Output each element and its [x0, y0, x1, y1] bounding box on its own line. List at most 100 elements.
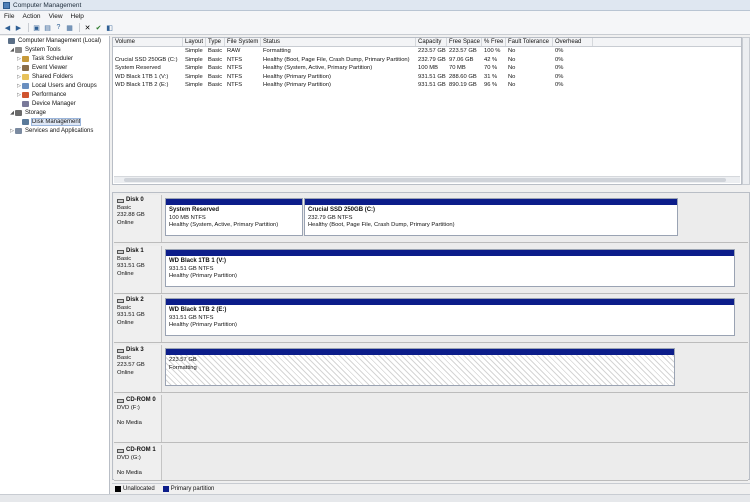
table-cell: 223.57 GB — [418, 48, 446, 54]
menu-view[interactable]: View — [49, 13, 63, 20]
column-header[interactable]: Capacity — [416, 38, 447, 46]
table-row[interactable]: Simple Basic RAW Formatting 223.57 GB 223.57 … — [113, 47, 741, 56]
table-cell: 31 % — [484, 73, 498, 80]
back-arrow-icon[interactable]: ◀ — [3, 23, 12, 32]
table-cell: Simple — [185, 48, 203, 54]
disk-label[interactable]: Disk 1 Basic 931.51 GB Online — [114, 246, 162, 293]
disk-row[interactable]: Disk 3 Basic 223.57 GB Online 223.57 GB Forma… — [114, 345, 748, 393]
column-header[interactable]: Overhead — [553, 38, 593, 46]
table-row[interactable]: WD Black 1TB 2 (E:) Simple Basic NTFS Health… — [113, 81, 741, 90]
table-cell: WD Black 1TB 1 (V:) — [115, 73, 169, 80]
table-cell: 97.06 GB — [449, 56, 474, 63]
column-header[interactable]: % Free — [482, 38, 506, 46]
scrollbar-thumb[interactable] — [124, 178, 726, 182]
tree-item[interactable]: ◢ Storage — [0, 108, 109, 117]
disk-row[interactable]: CD-ROM 1 DVD (G:) No Media — [114, 445, 748, 481]
disk-label[interactable]: Disk 3 Basic 223.57 GB Online — [114, 345, 162, 392]
disk-size: 223.57 GB — [117, 362, 145, 368]
table-cell: 70 % — [484, 65, 498, 71]
partition-name: Crucial SSD 250GB (C:) — [308, 207, 376, 213]
table-cell: No — [508, 56, 516, 63]
disk-state: Online — [117, 270, 134, 277]
horizontal-scrollbar[interactable] — [114, 176, 740, 183]
disk-row[interactable]: CD-ROM 0 DVD (F:) No Media — [114, 395, 748, 443]
table-cell: NTFS — [227, 65, 243, 71]
partition-details: 223.57 GB Formatting — [166, 355, 674, 385]
tree-item[interactable]: ▷ Services and Applications — [0, 126, 109, 135]
tree-item-label: Performance — [32, 91, 67, 98]
partition-block[interactable]: System Reserved 100 MB NTFS Healthy (Syste… — [165, 198, 303, 236]
column-header[interactable]: Fault Tolerance — [506, 38, 553, 46]
disk-label[interactable]: Disk 0 Basic 232.88 GB Online — [114, 195, 162, 242]
tree-item[interactable]: ▷ Local Users and Groups — [0, 81, 109, 90]
export-icon[interactable]: ▦ — [65, 23, 74, 32]
table-cell: No — [508, 48, 516, 54]
legend-label: Unallocated — [123, 486, 155, 492]
window-title: Computer Management — [13, 1, 82, 9]
table-cell: No — [508, 65, 516, 71]
tree-item-label: System Tools — [25, 46, 61, 53]
up-folder-icon[interactable]: ▣ — [32, 23, 41, 32]
table-cell: 0% — [555, 82, 564, 88]
disk-name-text: Disk 1 — [126, 248, 144, 254]
legend-swatch — [115, 486, 121, 492]
disk-label[interactable]: CD-ROM 0 DVD (F:) No Media — [114, 395, 162, 442]
menu-action[interactable]: Action — [22, 13, 40, 20]
partition-size: 931.51 GB NTFS — [169, 265, 214, 272]
menu-help[interactable]: Help — [71, 13, 84, 20]
column-header[interactable]: Layout — [183, 38, 206, 46]
disk-row[interactable]: Disk 0 Basic 232.88 GB Online System Reserve… — [114, 195, 748, 243]
partition-size: 232.79 GB NTFS — [308, 214, 353, 221]
storage-icon — [15, 109, 22, 116]
performance-icon — [22, 91, 29, 98]
disk-name-text: CD-ROM 1 — [126, 447, 156, 453]
tree-item[interactable]: ▷ Event Viewer — [0, 63, 109, 72]
delete-icon[interactable]: ✕ — [83, 23, 92, 32]
check-icon[interactable]: ✔ — [94, 23, 103, 32]
legend-swatch — [162, 486, 169, 492]
partition-block[interactable]: 223.57 GB Formatting — [165, 348, 675, 386]
vertical-scrollbar[interactable] — [742, 37, 750, 185]
event-icon — [22, 64, 29, 71]
help-icon[interactable]: ? — [54, 23, 63, 32]
volume-list: Volume Layout Type File System Status Capacit… — [112, 37, 742, 185]
disk-row[interactable]: Disk 1 Basic 931.51 GB Online WD Black 1TB 1… — [114, 246, 748, 294]
tree-item[interactable]: ▷ Performance — [0, 90, 109, 99]
tree-item[interactable]: Device Manager — [0, 99, 109, 108]
tree-item[interactable]: ◢ System Tools — [0, 45, 109, 54]
table-cell: Basic — [208, 48, 223, 54]
table-row[interactable]: System Reserved Simple Basic NTFS Healthy (S… — [113, 64, 741, 73]
tree-item-label: Task Scheduler — [32, 55, 74, 62]
partition-name: WD Black 1TB 1 (V:) — [169, 258, 227, 264]
partition-details: Crucial SSD 250GB (C:) 232.79 GB NTFS Heal… — [305, 205, 677, 232]
column-header[interactable]: File System — [225, 38, 261, 46]
column-header[interactable]: Volume — [113, 38, 183, 46]
cdrom-icon — [117, 398, 124, 403]
computer-management-icon — [3, 1, 10, 9]
disk-name: CD-ROM 1 — [117, 447, 158, 455]
menu-file[interactable]: File — [4, 13, 14, 20]
column-header[interactable]: Free Space — [447, 38, 482, 46]
more-icon[interactable]: ◧ — [105, 23, 114, 32]
properties-icon[interactable]: ▤ — [43, 23, 52, 32]
partition-block[interactable]: WD Black 1TB 2 (E:) 931.51 GB NTFS Healthy… — [165, 298, 735, 336]
forward-arrow-icon[interactable]: ▶ — [14, 23, 23, 32]
tree-item-label: Local Users and Groups — [32, 82, 97, 89]
table-row[interactable]: Crucial SSD 250GB (C:) Simple Basic NTFS Hea… — [113, 56, 741, 65]
disk-icon — [117, 348, 124, 353]
partition-block[interactable]: Crucial SSD 250GB (C:) 232.79 GB NTFS Heal… — [304, 198, 678, 236]
tree-item[interactable]: ▷ Shared Folders — [0, 72, 109, 81]
column-header[interactable]: Status — [261, 38, 416, 46]
disk-row[interactable]: Disk 2 Basic 931.51 GB Online WD Black 1TB 2… — [114, 295, 748, 343]
tree-item[interactable]: Computer Management (Local) — [0, 36, 109, 45]
partition-block[interactable]: WD Black 1TB 1 (V:) 931.51 GB NTFS Healthy… — [165, 249, 735, 287]
disk-spacer — [117, 412, 158, 420]
disk-label[interactable]: Disk 2 Basic 931.51 GB Online — [114, 295, 162, 342]
table-cell: Healthy (Primary Partition) — [263, 73, 331, 80]
column-header[interactable]: Type — [206, 38, 225, 46]
tree-item[interactable]: ▷ Task Scheduler — [0, 54, 109, 63]
disk-label[interactable]: CD-ROM 1 DVD (G:) No Media — [114, 445, 162, 480]
table-row[interactable]: WD Black 1TB 1 (V:) Simple Basic NTFS Health… — [113, 73, 741, 82]
tree-item[interactable]: Disk Management — [0, 117, 109, 126]
partition-size: 100 MB NTFS — [169, 214, 206, 221]
